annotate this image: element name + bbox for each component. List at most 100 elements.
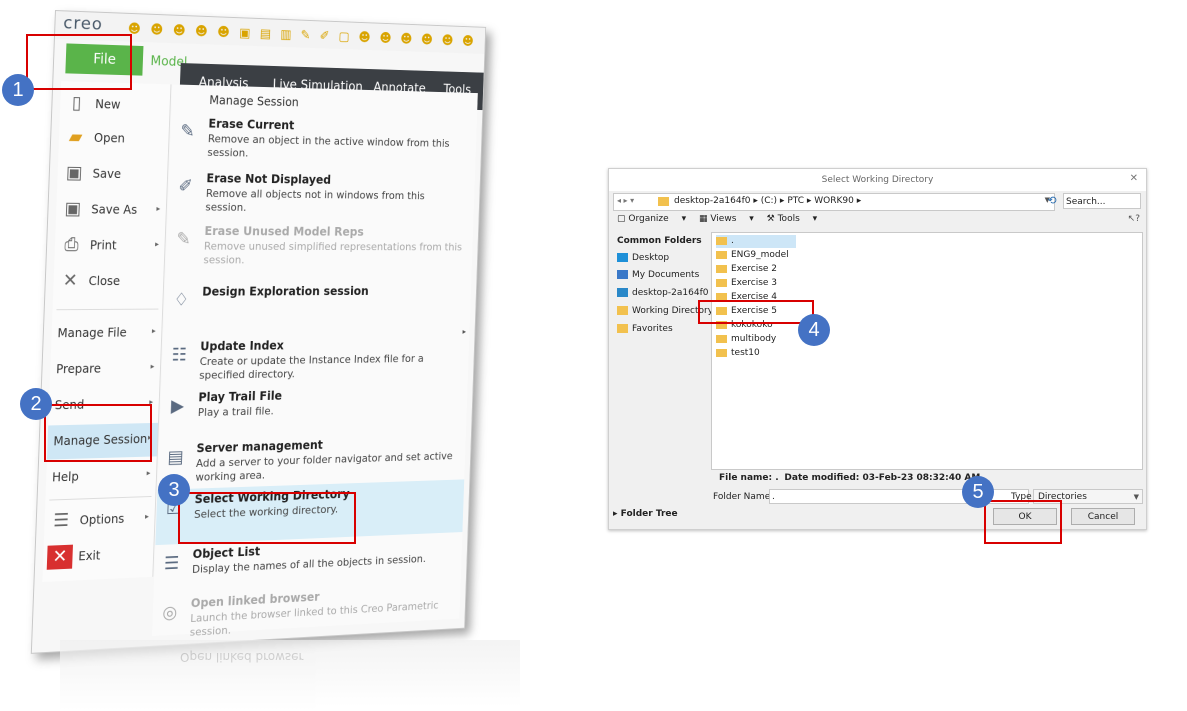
exit-icon: ✕	[47, 545, 73, 570]
list-item[interactable]: Exercise 2	[716, 263, 777, 276]
menu-options[interactable]: ☰ Options ▸	[44, 502, 155, 540]
menu-save[interactable]: ▣ Save	[57, 157, 168, 192]
menu-open[interactable]: ▰ Open	[58, 121, 169, 157]
folder-icon	[716, 335, 727, 343]
favorites-icon	[617, 324, 628, 333]
help-icon[interactable]: ↖?	[1128, 214, 1140, 224]
erase-current-item[interactable]: ✎ Erase Current Remove an object in the …	[169, 112, 477, 172]
working-directory-icon	[617, 306, 628, 315]
menu-new[interactable]: ▯ New	[60, 87, 171, 123]
menu-close[interactable]: ✕ Close	[53, 265, 164, 299]
common-folders-header: Common Folders	[617, 236, 702, 246]
erase-unused-reps-item: ✎ Erase Unused Model Reps Remove unused …	[165, 220, 473, 275]
common-folders-panel: Common Folders Desktop My Documents desk…	[613, 233, 709, 463]
chevron-right-icon: ▸	[152, 326, 156, 335]
chevron-right-icon: ▸	[462, 327, 466, 335]
menu-save-as[interactable]: ▣ Save As ▸	[56, 193, 167, 228]
design-exploration-icon: ♢	[168, 287, 195, 315]
sidebar-item-my-documents[interactable]: My Documents	[617, 270, 699, 280]
play-trail-icon: ▶	[164, 393, 191, 421]
views-menu[interactable]: ▦ Views ▾	[699, 214, 754, 224]
chevron-right-icon: ▸	[145, 512, 149, 521]
folder-icon	[716, 279, 727, 287]
list-item[interactable]: multibody	[716, 333, 776, 346]
toolbar-icons[interactable]: ☻ ☻ ☻ ☻ ☻ ▣ ▤ ▥ ✎ ✐ ▢ ☻ ☻ ☻ ☻ ☻ ☻	[128, 22, 477, 49]
chevron-down-icon: ▼	[1134, 490, 1139, 505]
creo-file-menu: creo ☻ ☻ ☻ ☻ ☻ ▣ ▤ ▥ ✎ ✐ ▢ ☻ ☻ ☻ ☻ ☻ ☻ F…	[31, 10, 485, 662]
highlight-ok-button	[984, 500, 1062, 544]
cancel-button[interactable]: Cancel	[1071, 508, 1135, 525]
server-icon: ▤	[162, 444, 189, 472]
close-icon: ✕	[57, 269, 83, 293]
search-input[interactable]: Search...	[1063, 193, 1141, 209]
list-item[interactable]: Exercise 3	[716, 277, 777, 290]
address-bar[interactable]: ◂ ▸ ▾ desktop-2a164f0 ▸ (C:) ▸ PTC ▸ WOR…	[613, 193, 1055, 211]
back-forward-icon[interactable]: ◂ ▸ ▾	[617, 196, 634, 205]
menu-exit[interactable]: ✕ Exit	[43, 537, 154, 576]
desktop-icon	[617, 253, 628, 262]
list-item[interactable]: .	[716, 235, 796, 248]
menu-prepare[interactable]: Prepare ▸	[50, 352, 161, 387]
folder-icon	[716, 237, 727, 245]
step-badge-2: 2	[20, 388, 52, 420]
save-as-icon: ▣	[60, 197, 86, 221]
menu-reflection: Open linked browser	[60, 640, 520, 710]
menu-help[interactable]: Help ▸	[46, 458, 157, 495]
sidebar-item-computer[interactable]: desktop-2a164f0	[617, 288, 708, 298]
highlight-manage-session	[44, 404, 152, 462]
erase-reps-icon: ✎	[170, 226, 197, 254]
path-breadcrumb[interactable]: desktop-2a164f0 ▸ (C:) ▸ PTC ▸ WORK90 ▸	[674, 196, 861, 206]
erase-current-icon: ✎	[174, 118, 201, 146]
step-badge-5: 5	[962, 476, 994, 508]
creo-logo: creo	[63, 13, 103, 34]
highlight-select-working-directory	[178, 492, 356, 544]
submenu-header: Manage Session	[209, 93, 299, 109]
file-menu-left-column: ▯ New ▰ Open ▣ Save ▣ Save As ▸ ⎙ Print …	[42, 81, 171, 582]
step-badge-1: 1	[2, 74, 34, 106]
browser-icon: ◎	[156, 599, 183, 628]
chevron-right-icon: ▸	[146, 468, 150, 477]
design-exploration-item[interactable]: ♢ Design Exploration session	[163, 280, 471, 336]
creo-window: creo ☻ ☻ ☻ ☻ ☻ ▣ ▤ ▥ ✎ ✐ ▢ ☻ ☻ ☻ ☻ ☻ ☻ F…	[31, 10, 486, 654]
folder-list: . ENG9_model Exercise 2 Exercise 3 Exerc…	[711, 232, 1143, 470]
step-badge-4: 4	[798, 314, 830, 346]
dialog-toolbar: ▢ Organize ▾ ▦ Views ▾ ⚒ Tools ▾	[617, 214, 827, 228]
sidebar-item-desktop[interactable]: Desktop	[617, 253, 669, 263]
manage-session-submenu: Manage Session ✎ Erase Current Remove an…	[152, 84, 478, 636]
highlight-exercise-5	[698, 300, 814, 324]
options-icon: ☰	[48, 509, 74, 534]
divider	[56, 309, 158, 311]
divider	[49, 496, 151, 501]
refresh-icon[interactable]: ⟲	[1045, 193, 1059, 209]
update-index-icon: ☷	[166, 342, 193, 370]
erase-not-displayed-icon: ✐	[172, 173, 199, 201]
new-icon: ▯	[64, 91, 90, 116]
list-item[interactable]: ENG9_model	[716, 249, 789, 262]
close-icon[interactable]: ✕	[1130, 173, 1138, 184]
chevron-right-icon: ▸	[150, 362, 154, 371]
menu-print[interactable]: ⎙ Print ▸	[54, 229, 165, 263]
chevron-right-icon: ▸	[156, 204, 160, 213]
chevron-right-icon: ▸	[155, 240, 159, 249]
documents-icon	[617, 270, 628, 279]
folder-tree-toggle[interactable]: ▸ Folder Tree	[613, 509, 678, 519]
menu-manage-file[interactable]: Manage File ▸	[51, 316, 162, 351]
dialog-title: Select Working Directory	[609, 169, 1146, 191]
folder-name-label: Folder Name:	[713, 492, 773, 502]
folder-icon	[716, 349, 727, 357]
folder-icon	[716, 265, 727, 273]
step-badge-3: 3	[158, 474, 190, 506]
select-working-directory-dialog: Select Working Directory ✕ ◂ ▸ ▾ desktop…	[608, 168, 1147, 530]
save-icon: ▣	[61, 161, 87, 185]
list-item[interactable]: test10	[716, 347, 760, 360]
organize-menu[interactable]: ▢ Organize ▾	[617, 214, 686, 224]
tools-menu[interactable]: ⚒ Tools ▾	[767, 214, 818, 224]
folder-open-icon: ▰	[62, 125, 88, 149]
print-icon: ⎙	[58, 233, 84, 257]
erase-not-displayed-item[interactable]: ✐ Erase Not Displayed Remove all objects…	[167, 167, 475, 224]
folder-icon	[658, 197, 669, 206]
object-list-icon: ☰	[158, 550, 185, 579]
file-info: File name: . Date modified: 03-Feb-23 08…	[719, 473, 980, 483]
folder-icon	[716, 251, 727, 259]
sidebar-item-favorites[interactable]: Favorites	[617, 324, 673, 334]
